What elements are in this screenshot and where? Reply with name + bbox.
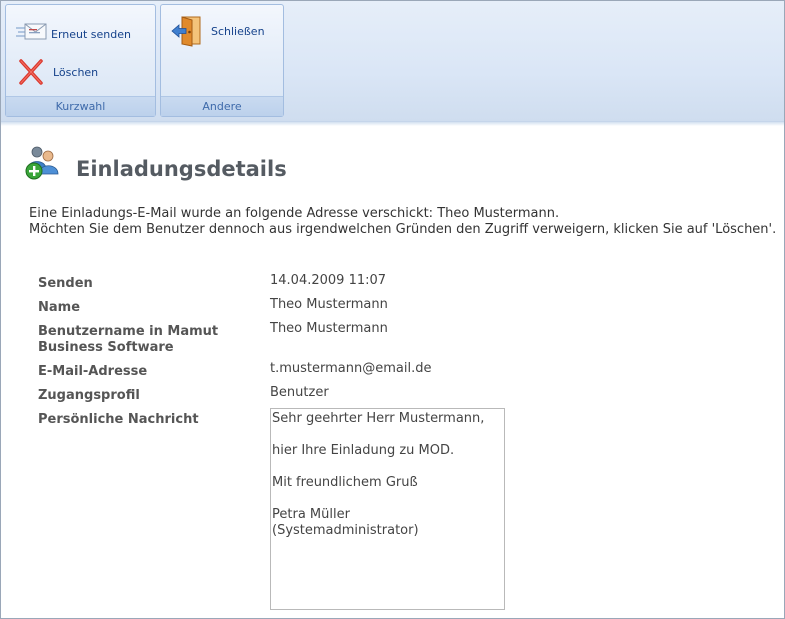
name-value: Theo Mustermann (270, 297, 388, 312)
delete-label: Löschen (53, 65, 99, 79)
email-value: t.mustermann@email.de (270, 361, 432, 376)
red-x-delete-icon (17, 59, 45, 85)
personal-message-textarea[interactable]: Sehr geehrter Herr Mustermann, hier Ihre… (270, 408, 505, 610)
username-label-line: Business Software (38, 340, 174, 355)
name-label: Name (38, 300, 81, 315)
sent-value: 14.04.2009 11:07 (270, 273, 387, 288)
ribbon-group-label: Andere (161, 96, 283, 116)
intro-text: Eine Einladungs-E-Mail wurde an folgende… (29, 206, 785, 238)
ribbon-group-label: Kurzwahl (6, 96, 155, 116)
email-label: E-Mail-Adresse (38, 364, 148, 379)
page-title: Einladungsdetails (76, 157, 287, 181)
username-label-line: Benutzername in Mamut (38, 324, 219, 339)
message-line: Sehr geehrter Herr Mustermann, (272, 411, 485, 426)
envelope-send-icon (15, 21, 47, 47)
close-button[interactable]: Schließen (171, 15, 265, 47)
message-line: Petra Müller (Systemadministrator) (272, 507, 419, 538)
resend-button[interactable]: Erneut senden (15, 21, 131, 47)
profile-value: Benutzer (270, 385, 329, 400)
exit-door-icon (171, 15, 203, 47)
close-label: Schließen (211, 24, 265, 38)
intro-line: Eine Einladungs-E-Mail wurde an folgende… (29, 206, 560, 221)
intro-line: Möchten Sie dem Benutzer dennoch aus irg… (29, 222, 777, 237)
message-line: hier Ihre Einladung zu MOD. (272, 443, 455, 458)
message-label: Persönliche Nachricht (38, 412, 199, 427)
user-group-add-icon (24, 145, 62, 181)
resend-label: Erneut senden (51, 27, 131, 41)
delete-button[interactable]: Löschen (17, 59, 98, 85)
ribbon-toolbar: Kurzwahl Andere Erneut senden Löschen Sc… (1, 1, 784, 122)
sent-label: Senden (38, 276, 93, 291)
profile-label: Zugangsprofil (38, 388, 140, 403)
message-line: Mit freundlichem Gruß (272, 475, 418, 490)
username-label: Benutzername in Mamut Business Software (38, 324, 218, 356)
username-value: Theo Mustermann (270, 321, 388, 336)
ribbon-divider (1, 121, 784, 126)
